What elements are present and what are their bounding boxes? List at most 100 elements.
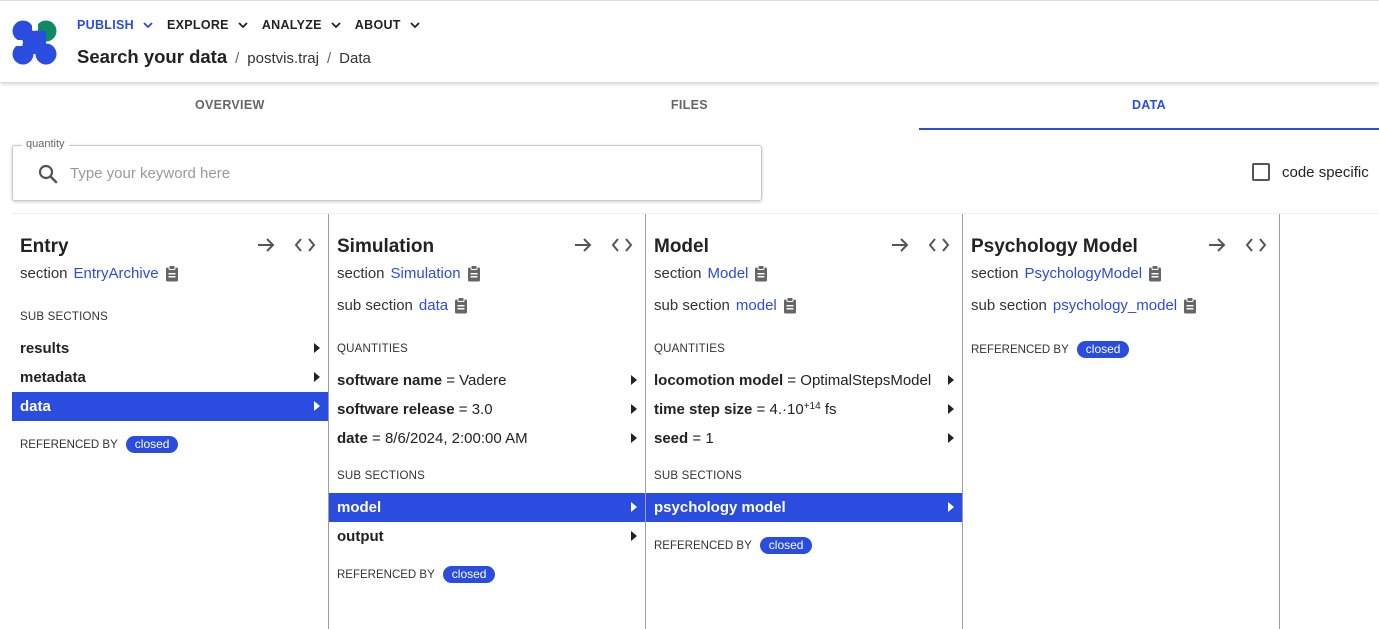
search-field[interactable] [12,145,762,201]
sub-section-label: sub section [337,297,413,314]
group-title: SUB SECTIONS [20,311,109,323]
code-specific-toggle[interactable]: code specific [1252,163,1369,181]
item-label: metadata [20,369,86,386]
quantity-value: Vadere [459,372,507,389]
list-item[interactable]: output [329,522,645,551]
nav-about-label: ABOUT [354,18,401,32]
nav-publish[interactable]: PUBLISH [77,18,153,32]
quantity-name: software release [337,401,455,418]
arrow-right-icon[interactable] [890,236,910,254]
code-icon[interactable] [294,237,316,253]
quantity-row[interactable]: seed = 1 [646,424,962,453]
referenced-by-label: REFERENCED BY [971,343,1069,356]
column-title: Model [654,236,709,257]
quantity-row[interactable]: time step size = 4.·10 +14 fs [646,395,962,424]
quantity-value: 1 [705,430,714,447]
code-icon[interactable] [611,237,633,253]
triangle-right-icon [314,372,320,382]
clipboard-icon[interactable] [783,297,797,314]
quantity-name: locomotion model [654,372,784,389]
chevron-down-icon [143,22,153,29]
breadcrumb-item-upload[interactable]: postvis.traj [247,50,319,67]
nav-analyze[interactable]: ANALYZE [262,18,341,32]
arrow-right-icon[interactable] [256,236,276,254]
triangle-right-icon [631,531,637,541]
chevron-down-icon [331,22,341,29]
clipboard-icon[interactable] [1148,265,1162,282]
clipboard-icon[interactable] [454,297,468,314]
quantity-eq: = [688,430,706,447]
quantity-eq: = [367,430,385,447]
list-item-selected[interactable]: model [329,493,645,522]
status-badge[interactable]: closed [1076,341,1130,358]
code-specific-checkbox[interactable] [1252,163,1270,181]
referenced-by: REFERENCED BY closed [20,436,179,453]
page-title[interactable]: Search your data [77,46,227,68]
tab-bar: OVERVIEW FILES DATA [0,82,1379,130]
section-definition: section Model [654,265,768,282]
clipboard-icon[interactable] [165,265,179,282]
list-item[interactable]: metadata [12,363,328,392]
triangle-right-icon [631,404,637,414]
main-nav: PUBLISH EXPLORE ANALYZE ABOUT [77,18,434,32]
status-badge[interactable]: closed [442,566,496,583]
triangle-right-icon [314,401,320,411]
tab-data[interactable]: DATA [919,82,1379,130]
section-definition: section Simulation [337,265,481,282]
logo-icon[interactable] [12,20,58,66]
group-title: QUANTITIES [337,343,409,355]
list-item-selected[interactable]: data [12,392,328,421]
list-item-selected[interactable]: psychology model [646,493,962,522]
quantity-value: 4.·10 [769,401,804,418]
referenced-by: REFERENCED BY closed [971,341,1130,358]
quantity-value: 8/6/2024, 2:00:00 AM [384,430,528,447]
sub-section-link[interactable]: model [736,297,777,314]
quantity-row[interactable]: locomotion model = OptimalStepsModel [646,366,962,395]
quantity-row[interactable]: software name = Vadere [329,366,645,395]
arrow-right-icon[interactable] [1207,236,1227,254]
referenced-by-label: REFERENCED BY [337,568,435,581]
archive-browser: Entry section EntryArchive SUB SECTIONS … [12,213,1379,629]
sub-section-link[interactable]: psychology_model [1053,297,1177,314]
clipboard-icon[interactable] [1183,297,1197,314]
list-item[interactable]: results [12,334,328,363]
item-label: model [337,499,382,516]
breadcrumb: Search your data / postvis.traj / Data [77,46,371,68]
triangle-right-icon [948,502,954,512]
column-psychology-model: Psychology Model section PsychologyModel… [963,214,1280,629]
group-title: SUB SECTIONS [654,470,743,482]
referenced-by: REFERENCED BY closed [654,537,813,554]
sub-section-link[interactable]: data [419,297,448,314]
nav-about[interactable]: ABOUT [355,18,420,32]
section-definition: section EntryArchive [20,265,179,282]
item-label: data [20,398,51,415]
quantity-eq: = [783,372,801,389]
quantity-row[interactable]: date = 8/6/2024, 2:00:00 AM [329,424,645,453]
section-link[interactable]: PsychologyModel [1025,265,1143,282]
quantity-row[interactable]: software release = 3.0 [329,395,645,424]
search-input[interactable] [70,159,730,187]
section-link[interactable]: EntryArchive [74,265,159,282]
tab-overview[interactable]: OVERVIEW [0,82,460,130]
clipboard-icon[interactable] [467,265,481,282]
quantity-eq: = [752,401,770,418]
code-icon[interactable] [928,237,950,253]
section-link[interactable]: Simulation [391,265,461,282]
item-label: output [337,528,384,545]
breadcrumb-separator: / [235,50,240,67]
nav-explore[interactable]: EXPLORE [167,18,248,32]
code-icon[interactable] [1245,237,1267,253]
section-label: section [20,265,68,282]
tab-files[interactable]: FILES [460,82,920,130]
item-label: results [20,340,70,357]
clipboard-icon[interactable] [754,265,768,282]
column-model: Model section Model sub section model QU… [646,214,963,629]
sub-section-label: sub section [971,297,1047,314]
quantity-value: 3.0 [471,401,493,418]
section-label: section [971,265,1019,282]
quantity-unit: fs [820,401,837,418]
status-badge[interactable]: closed [125,436,179,453]
section-link[interactable]: Model [708,265,749,282]
status-badge[interactable]: closed [759,537,813,554]
arrow-right-icon[interactable] [573,236,593,254]
